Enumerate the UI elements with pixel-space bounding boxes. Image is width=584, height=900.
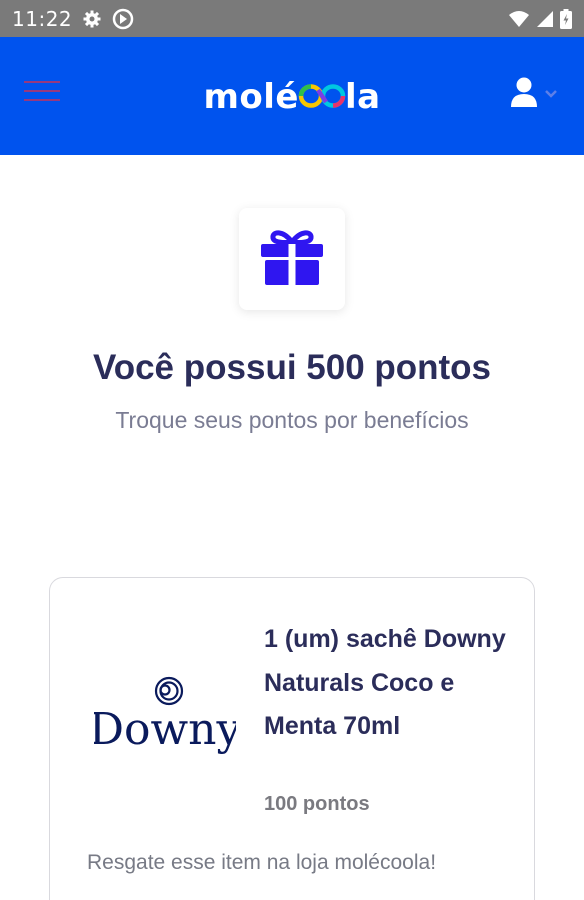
status-time: 11:22 bbox=[12, 6, 73, 31]
reward-hint: Resgate esse item na loja molécoola! bbox=[87, 851, 437, 874]
wifi-icon bbox=[508, 10, 530, 28]
points-title: Você possui 500 pontos bbox=[92, 348, 492, 387]
app-bar: molé la bbox=[0, 37, 584, 155]
infinity-loop-icon bbox=[298, 77, 346, 117]
gift-icon-card bbox=[239, 208, 345, 310]
points-subtitle: Troque seus pontos por benefícios bbox=[115, 407, 469, 433]
chevron-down-icon bbox=[544, 86, 558, 104]
user-icon bbox=[510, 77, 538, 112]
user-menu[interactable] bbox=[510, 77, 558, 112]
gift-icon bbox=[261, 229, 323, 290]
media-icon bbox=[112, 8, 134, 30]
app-logo: molé la bbox=[0, 75, 584, 117]
logo-text-end: la bbox=[344, 76, 381, 117]
reward-name: 1 (um) sachê Downy Naturals Coco e Menta… bbox=[264, 625, 506, 740]
downy-logo: Downy bbox=[89, 676, 241, 760]
status-bar: 11:22 bbox=[0, 0, 584, 37]
brand-logo-text: Downy bbox=[94, 704, 236, 755]
signal-icon bbox=[536, 10, 554, 28]
reward-card[interactable]: Downy 1 (um) sachê Downy Naturals Coco e… bbox=[49, 577, 535, 900]
gear-icon bbox=[82, 9, 102, 29]
logo-text-start: molé bbox=[203, 76, 299, 117]
battery-icon bbox=[560, 8, 572, 29]
reward-points: 100 pontos bbox=[264, 793, 370, 815]
